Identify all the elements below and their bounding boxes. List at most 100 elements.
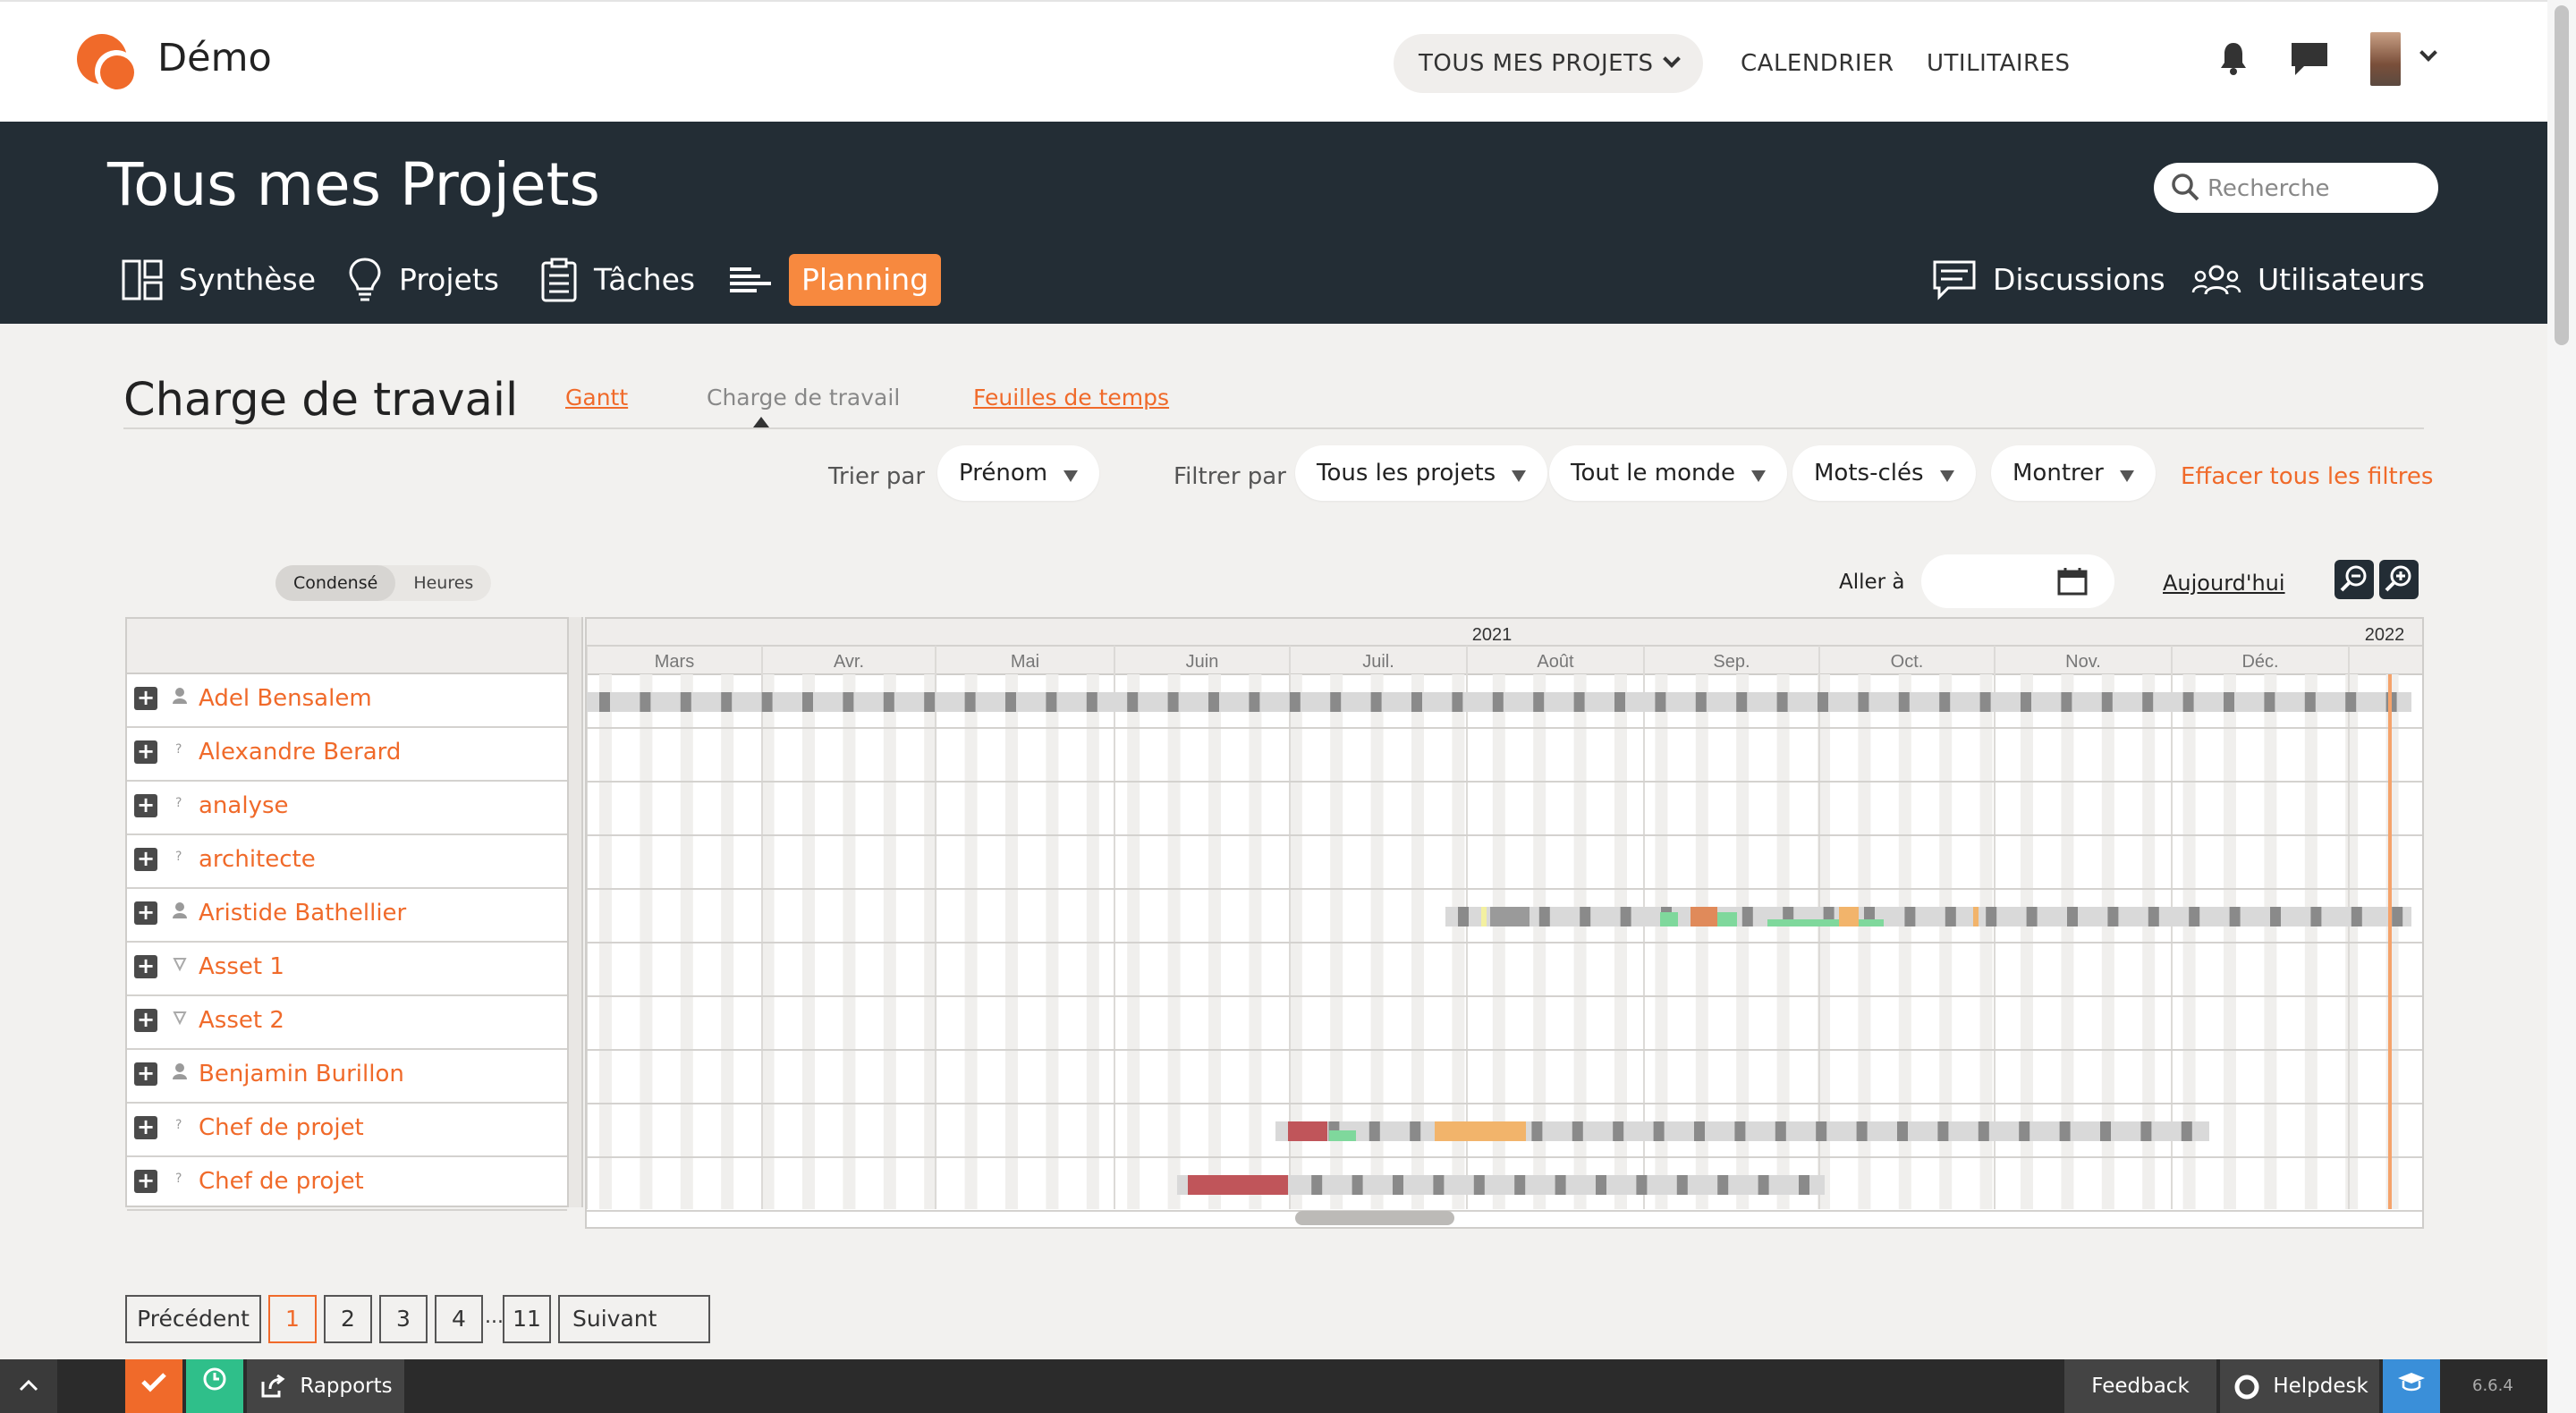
helpdesk-button[interactable]: Helpdesk	[2220, 1359, 2379, 1413]
all-projects-label: TOUS MES PROJETS	[1419, 50, 1654, 77]
page-button[interactable]: 3	[379, 1295, 428, 1343]
timeline-chart: 2021 2022 Mars Avr. Mai Juin Juil. Août Sep. Oct.…	[585, 617, 2439, 1229]
today-link[interactable]: Aujourd'hui	[2163, 571, 2285, 596]
timer-quick-button[interactable]	[186, 1359, 243, 1413]
zoom-in-button[interactable]	[2379, 560, 2419, 599]
projects-filter-dropdown[interactable]: Tous les projets	[1295, 445, 1548, 501]
non-working-day	[1717, 1175, 1729, 1195]
bell-icon[interactable]	[2218, 41, 2249, 77]
tab-synthese[interactable]: Synthèse	[122, 254, 316, 306]
calendar-link[interactable]: CALENDRIER	[1741, 34, 1894, 93]
search-placeholder: Recherche	[2207, 175, 2330, 202]
brand-name[interactable]: Démo	[157, 36, 272, 80]
goto-date-input[interactable]	[1921, 554, 2114, 608]
resource-name-link[interactable]: Adel Bensalem	[199, 685, 372, 712]
unknown-user-icon: ?	[175, 796, 182, 810]
expand-icon[interactable]: +	[134, 955, 157, 978]
non-working-day	[1127, 692, 1139, 712]
svg-text:?: ?	[175, 850, 182, 864]
tab-projets[interactable]: Projets	[347, 254, 499, 306]
resource-name-link[interactable]: Aristide Bathellier	[199, 900, 406, 926]
page-button[interactable]: 4	[435, 1295, 483, 1343]
next-page-button[interactable]: Suivant	[558, 1295, 710, 1343]
messages-icon[interactable]	[2290, 41, 2329, 77]
vertical-scrollbar[interactable]	[2547, 0, 2576, 1413]
share-icon	[261, 1374, 285, 1397]
show-filter-dropdown[interactable]: Montrer	[1991, 445, 2156, 501]
zoom-out-button[interactable]	[2334, 560, 2374, 599]
resource-name-link[interactable]: Asset 2	[199, 1007, 284, 1034]
version-label: 6.6.4	[2472, 1376, 2513, 1395]
utilities-link[interactable]: UTILITAIRES	[1927, 34, 2071, 93]
non-working-day	[1939, 692, 1951, 712]
non-working-day	[1694, 1121, 1705, 1141]
subtab-charge-de-travail[interactable]: Charge de travail	[707, 385, 900, 410]
calendar-icon[interactable]	[2057, 567, 2088, 596]
feedback-button[interactable]: Feedback	[2064, 1359, 2216, 1413]
expand-icon[interactable]: +	[134, 901, 157, 925]
non-working-day	[1613, 1121, 1624, 1141]
resource-name-link[interactable]: analyse	[199, 792, 289, 819]
people-filter-dropdown[interactable]: Tout le monde	[1549, 445, 1788, 501]
subtab-feuilles-de-temps[interactable]: Feuilles de temps	[973, 385, 1169, 410]
expand-icon[interactable]: +	[134, 794, 157, 817]
non-working-day	[1473, 1175, 1485, 1195]
clear-filters-link[interactable]: Effacer tous les filtres	[2181, 463, 2433, 490]
brand-logo[interactable]	[77, 34, 138, 95]
workload-block	[1973, 907, 1979, 926]
tab-taches[interactable]: Tâches	[540, 254, 695, 306]
collapse-toolbar-button[interactable]	[0, 1359, 57, 1413]
non-working-day	[761, 692, 773, 712]
avatar[interactable]	[2370, 32, 2401, 86]
mode-condensed-button[interactable]: Condensé	[275, 565, 396, 601]
resource-name-link[interactable]: Alexandre Berard	[199, 739, 401, 766]
page-button[interactable]: 11	[503, 1295, 551, 1343]
reports-button[interactable]: Rapports	[247, 1359, 404, 1413]
resource-name-link[interactable]: Benjamin Burillon	[199, 1061, 404, 1087]
resource-row: + Asset 1	[127, 943, 567, 996]
non-working-day	[1776, 692, 1788, 712]
non-working-day	[2264, 692, 2275, 712]
resource-row: +? Chef de projet	[127, 1157, 567, 1211]
search-input[interactable]: Recherche	[2154, 163, 2438, 213]
non-working-day	[1580, 907, 1591, 926]
zoom-in-icon	[2385, 565, 2411, 592]
expand-icon[interactable]: +	[134, 1062, 157, 1086]
non-working-day	[1573, 692, 1585, 712]
non-working-day	[1410, 1121, 1421, 1141]
resource-name-link[interactable]: Chef de projet	[199, 1114, 364, 1141]
resource-name-link[interactable]: Asset 1	[199, 953, 284, 980]
academy-button[interactable]	[2383, 1359, 2440, 1413]
tab-discussions[interactable]: Discussions	[1932, 254, 2165, 306]
chat-icon	[1933, 260, 1976, 300]
subtab-gantt[interactable]: Gantt	[565, 385, 628, 410]
mode-hours-button[interactable]: Heures	[395, 565, 491, 601]
workload-block	[1329, 1130, 1356, 1141]
panel-resize-handle[interactable]	[569, 617, 583, 1207]
expand-icon[interactable]: +	[134, 687, 157, 710]
expand-icon[interactable]: +	[134, 848, 157, 871]
non-working-day	[1086, 692, 1097, 712]
horizontal-scrollbar[interactable]	[1295, 1211, 1454, 1225]
tasks-quick-button[interactable]	[125, 1359, 182, 1413]
expand-icon[interactable]: +	[134, 1009, 157, 1032]
page-button[interactable]: 1	[268, 1295, 317, 1343]
keywords-filter-dropdown[interactable]: Mots-clés	[1792, 445, 1976, 501]
tab-utilisateurs[interactable]: Utilisateurs	[2191, 254, 2425, 306]
non-working-day	[2304, 692, 2316, 712]
resource-name-link[interactable]: architecte	[199, 846, 316, 873]
check-icon	[141, 1373, 166, 1392]
non-working-day	[1816, 1121, 1827, 1141]
resource-name-link[interactable]: Chef de projet	[199, 1168, 364, 1195]
all-projects-menu[interactable]: TOUS MES PROJETS	[1394, 34, 1704, 93]
non-working-day	[2100, 1121, 2111, 1141]
expand-icon[interactable]: +	[134, 740, 157, 764]
chevron-down-icon[interactable]	[2419, 44, 2437, 62]
page-button[interactable]: 2	[324, 1295, 372, 1343]
expand-icon[interactable]: +	[134, 1170, 157, 1193]
tab-planning[interactable]: Planning	[728, 254, 942, 306]
dashboard-icon	[122, 259, 163, 300]
sort-dropdown[interactable]: Prénom	[937, 445, 1100, 501]
prev-page-button[interactable]: Précédent	[125, 1295, 261, 1343]
expand-icon[interactable]: +	[134, 1116, 157, 1139]
